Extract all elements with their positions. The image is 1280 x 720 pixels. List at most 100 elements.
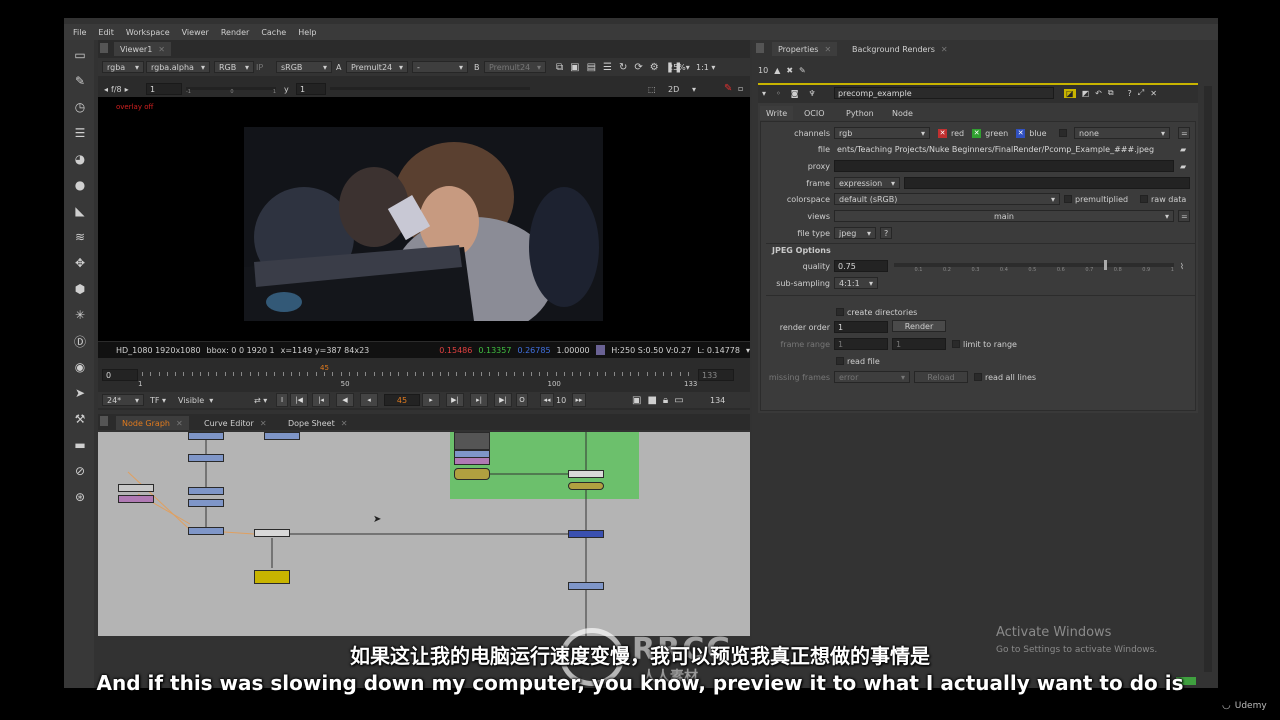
- out-point-button[interactable]: O: [516, 393, 528, 407]
- clip-icon[interactable]: ▣: [570, 62, 579, 73]
- close-icon[interactable]: ✕: [158, 45, 165, 54]
- quality-field[interactable]: 0.75: [834, 260, 888, 272]
- pencil-icon[interactable]: ✎: [799, 66, 806, 75]
- menu-render[interactable]: Render: [221, 28, 249, 37]
- close-icon[interactable]: ✕: [341, 419, 348, 428]
- menu-help[interactable]: Help: [298, 28, 316, 37]
- node-graph-canvas[interactable]: ➤: [98, 432, 750, 636]
- monitor-icon[interactable]: ▭: [674, 395, 683, 406]
- maximize-icon[interactable]: ⤢: [1138, 88, 1144, 98]
- fps-dropdown[interactable]: 24* ▾: [102, 394, 144, 406]
- tab-write[interactable]: Write: [760, 106, 794, 120]
- close-icon[interactable]: ✕: [260, 419, 267, 428]
- last-frame-icon[interactable]: ▶|: [494, 393, 512, 407]
- node[interactable]: [118, 484, 154, 492]
- menu-edit[interactable]: Edit: [98, 28, 114, 37]
- fstop-arrow-right-icon[interactable]: ▸: [125, 85, 129, 94]
- tab-node[interactable]: Node: [886, 106, 919, 120]
- alpha-dropdown[interactable]: rgba.alpha ▾: [146, 61, 210, 73]
- node[interactable]: [188, 432, 224, 440]
- loop-icon[interactable]: ⇄ ▾: [254, 394, 267, 406]
- menu-workspace[interactable]: Workspace: [126, 28, 170, 37]
- raw-data-checkbox[interactable]: [1140, 195, 1148, 203]
- file-type-help-button[interactable]: ?: [880, 227, 892, 239]
- tab-curve-editor[interactable]: Curve Editor ✕: [198, 416, 273, 430]
- render-order-field[interactable]: 1: [834, 321, 888, 333]
- node[interactable]: [454, 457, 490, 465]
- create-directories-checkbox[interactable]: [836, 308, 844, 316]
- visible-dropdown[interactable]: Visible ▾: [178, 394, 213, 406]
- flipbook-icon[interactable]: ▣: [632, 395, 641, 406]
- prev-keyframe-icon[interactable]: |◂: [312, 393, 330, 407]
- display-dropdown[interactable]: sRGB ▾: [276, 61, 332, 73]
- node[interactable]: [568, 530, 604, 538]
- panel-menu-icon[interactable]: [100, 43, 108, 53]
- lock-icon[interactable]: ▫: [738, 82, 743, 94]
- first-frame-icon[interactable]: |◀: [290, 393, 308, 407]
- chevron-down-icon[interactable]: ▾: [746, 346, 750, 355]
- gain-field[interactable]: 1: [146, 83, 182, 95]
- frame-expression-field[interactable]: [904, 177, 1190, 189]
- file-path-field[interactable]: ents/Teaching Projects/Nuke Beginners/Fi…: [834, 143, 1174, 155]
- zoom-dropdown[interactable]: 25% ▾: [668, 61, 690, 73]
- colorspace-select[interactable]: default (sRGB) ▾: [834, 193, 1060, 205]
- tab-dope-sheet[interactable]: Dope Sheet ✕: [282, 416, 353, 430]
- rgb-dropdown[interactable]: RGB ▾: [214, 61, 254, 73]
- blue-checkbox[interactable]: ✕: [1016, 128, 1026, 138]
- menu-viewer[interactable]: Viewer: [182, 28, 209, 37]
- metadata-icon[interactable]: ➤: [72, 386, 88, 400]
- node[interactable]: [188, 487, 224, 495]
- close-icon[interactable]: ✕: [941, 45, 948, 54]
- other-icon[interactable]: ▬: [72, 438, 88, 452]
- limit-to-range-checkbox[interactable]: [952, 340, 960, 348]
- close-icon[interactable]: ✕: [1150, 89, 1157, 98]
- time-icon[interactable]: ◷: [72, 100, 88, 114]
- node[interactable]: [568, 482, 604, 490]
- menu-file[interactable]: File: [73, 28, 86, 37]
- frame-range-end-field[interactable]: 1: [892, 338, 946, 350]
- gamma-slider[interactable]: [330, 87, 530, 90]
- stop-icon[interactable]: ■: [647, 395, 656, 406]
- float-icon[interactable]: ⧉: [1108, 88, 1114, 98]
- region-icon[interactable]: ▤: [587, 62, 596, 73]
- revert-icon[interactable]: ↶: [1095, 89, 1102, 98]
- frame-range-start-field[interactable]: 1: [834, 338, 888, 350]
- wipe-icon[interactable]: ⧉: [556, 62, 563, 73]
- node-color-icon[interactable]: ◦: [776, 89, 781, 98]
- close-icon[interactable]: ✕: [176, 419, 183, 428]
- channels-select[interactable]: rgb ▾: [834, 127, 930, 139]
- step-value[interactable]: 10: [556, 394, 566, 406]
- skip-forward-icon[interactable]: ▸▸: [572, 393, 586, 407]
- keyer-icon[interactable]: ◣: [72, 204, 88, 218]
- curve-icon[interactable]: ⌇: [1180, 260, 1184, 272]
- timeline-ruler[interactable]: [142, 372, 689, 378]
- view-mode-dropdown[interactable]: 2D ▾: [668, 83, 696, 95]
- lock-icon[interactable]: ▲: [774, 66, 780, 75]
- node[interactable]: [454, 468, 490, 480]
- node-icon[interactable]: ◙: [791, 89, 799, 98]
- color-icon[interactable]: ◕: [72, 152, 88, 166]
- lines-icon[interactable]: ☰: [603, 62, 612, 73]
- roi-icon[interactable]: ⬚: [648, 83, 656, 95]
- frame-mode-select[interactable]: expression ▾: [834, 177, 900, 189]
- settings-icon[interactable]: ⚙: [650, 62, 659, 73]
- green-checkbox[interactable]: ✕: [972, 128, 982, 138]
- close-icon[interactable]: ✕: [824, 45, 831, 54]
- reload-button[interactable]: Reload: [914, 371, 968, 383]
- views-menu-button[interactable]: =: [1178, 210, 1190, 222]
- tab-ocio[interactable]: OCIO: [798, 106, 831, 120]
- folder-icon[interactable]: ▰: [1180, 160, 1186, 172]
- fstop-arrows-icon[interactable]: ◂: [104, 85, 108, 94]
- tab-properties[interactable]: Properties ✕: [772, 42, 838, 56]
- subsampling-select[interactable]: 4:1:1 ▾: [834, 277, 878, 289]
- input-b-dropdown[interactable]: Premult24 ▾: [484, 61, 546, 73]
- node[interactable]: [254, 570, 290, 584]
- node[interactable]: [188, 527, 224, 535]
- channels-dropdown[interactable]: rgba ▾: [102, 61, 144, 73]
- toolsets-icon[interactable]: ⚒: [72, 412, 88, 426]
- node[interactable]: [568, 582, 604, 590]
- alpha-channel-select[interactable]: none ▾: [1074, 127, 1170, 139]
- folder-icon[interactable]: ▰: [1180, 143, 1186, 155]
- help-icon[interactable]: ?: [1128, 89, 1132, 98]
- panel-menu-icon[interactable]: [756, 43, 764, 53]
